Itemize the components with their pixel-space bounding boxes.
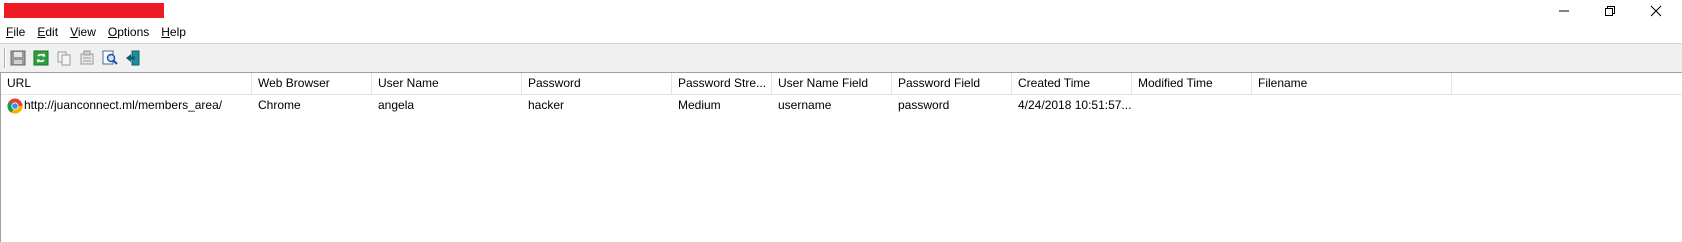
menu-options-accel: O — [107, 25, 118, 39]
menu-view-rest: iew — [77, 25, 96, 39]
cell-created-time: 4/24/2018 10:51:57... — [1018, 98, 1132, 112]
toolbar — [0, 43, 1682, 73]
menu-bar: File Edit View Options Help — [0, 22, 1682, 42]
column-header-password[interactable]: Password — [522, 73, 672, 94]
cell-user-name-field: username — [778, 98, 832, 112]
toolbar-separator — [4, 48, 6, 68]
list-header: URL Web Browser User Name Password Passw… — [1, 73, 1682, 95]
menu-view-accel: V — [70, 25, 78, 39]
properties-icon — [80, 50, 94, 65]
save-icon — [10, 50, 26, 66]
column-header-filename[interactable]: Filename — [1252, 73, 1452, 94]
column-header-user-name-field[interactable]: User Name Field — [772, 73, 892, 94]
cell-modified-time — [1132, 95, 1252, 116]
exit-icon — [126, 50, 140, 66]
cell-user-name: angela — [378, 98, 415, 112]
restore-icon — [1605, 6, 1615, 16]
table-row[interactable]: http://juanconnect.ml/members_area/ Chro… — [1, 95, 1682, 116]
minimize-icon — [1559, 10, 1569, 12]
properties-button[interactable] — [76, 47, 98, 69]
cell-url: http://juanconnect.ml/members_area/ — [24, 98, 223, 112]
find-button[interactable] — [99, 47, 121, 69]
cell-password-strength: Medium — [678, 98, 721, 112]
menu-file-rest: ile — [13, 25, 26, 39]
minimize-button[interactable] — [1541, 0, 1587, 22]
menu-file[interactable]: File — [0, 22, 31, 42]
cell-filename — [1252, 95, 1452, 116]
cell-password: hacker — [528, 98, 565, 112]
copy-icon — [57, 51, 71, 66]
menu-options[interactable]: Options — [102, 22, 155, 42]
close-button[interactable] — [1633, 0, 1679, 22]
cell-web-browser: Chrome — [258, 98, 301, 112]
restore-button[interactable] — [1587, 0, 1633, 22]
menu-help-accel: H — [161, 25, 170, 39]
title-bar — [0, 0, 1682, 22]
find-icon — [102, 50, 118, 65]
cell-password-field: password — [898, 98, 950, 112]
menu-view[interactable]: View — [64, 22, 102, 42]
password-list[interactable]: URL Web Browser User Name Password Passw… — [0, 73, 1682, 242]
refresh-icon — [33, 50, 49, 66]
column-header-password-field[interactable]: Password Field — [892, 73, 1012, 94]
refresh-button[interactable] — [30, 47, 52, 69]
close-icon — [1650, 5, 1662, 17]
column-header-password-strength[interactable]: Password Stre... — [672, 73, 772, 94]
column-header-web-browser[interactable]: Web Browser — [252, 73, 372, 94]
menu-edit[interactable]: Edit — [31, 22, 64, 42]
redacted-window-title — [4, 3, 164, 18]
menu-help[interactable]: Help — [155, 22, 192, 42]
column-header-created-time[interactable]: Created Time — [1012, 73, 1132, 94]
menu-help-rest: elp — [169, 25, 186, 39]
save-button[interactable] — [7, 47, 29, 69]
menu-options-rest: ptions — [117, 25, 150, 39]
column-header-user-name[interactable]: User Name — [372, 73, 522, 94]
copy-button[interactable] — [53, 47, 75, 69]
menu-edit-rest: dit — [45, 25, 59, 39]
column-header-url[interactable]: URL — [1, 73, 252, 94]
column-header-modified-time[interactable]: Modified Time — [1132, 73, 1252, 94]
exit-button[interactable] — [122, 47, 144, 69]
